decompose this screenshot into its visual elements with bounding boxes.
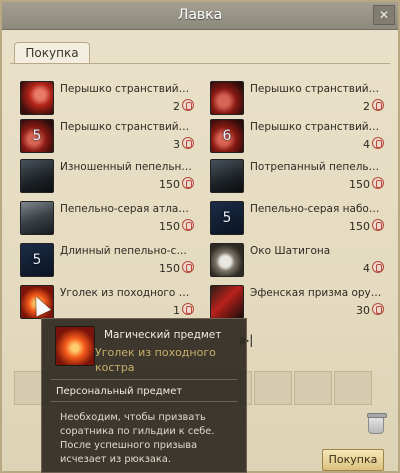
red-feather-icon: 6 — [210, 119, 244, 153]
coin-icon — [372, 177, 384, 189]
item-tooltip: Магический предмет Уголек из походного к… — [41, 318, 247, 473]
coin-icon — [182, 219, 194, 231]
coin-icon — [182, 177, 194, 189]
ash-cloak-icon — [210, 159, 244, 193]
item-badge: 6 — [222, 128, 232, 144]
item-name: Перышко странствий: Не... — [250, 83, 382, 95]
close-button[interactable]: ✕ — [373, 5, 395, 25]
shop-item[interactable]: 6 Перышко странствий: Ущ... 4 — [204, 112, 384, 156]
tooltip-divider — [50, 401, 238, 402]
red-feather-icon — [210, 81, 244, 115]
ash-cloak-icon: 5 — [210, 201, 244, 235]
shop-item[interactable]: 5 Перышко странствий: Св... 3 — [14, 112, 194, 156]
window-title: Лавка — [177, 7, 223, 23]
trash-icon[interactable] — [367, 413, 387, 434]
item-name: Перышко странствий: Зо... — [60, 83, 192, 95]
shop-item[interactable]: Изношенный пепельно-с... 150 — [14, 152, 194, 196]
tooltip-category: Магический предмет — [104, 329, 222, 341]
item-name: Перышко странствий: Ущ... — [250, 121, 382, 133]
shop-item[interactable]: Пепельно-серая атласная... 150 — [14, 194, 194, 238]
tab-buy[interactable]: Покупка — [14, 42, 90, 64]
shop-item[interactable]: Око Шатигона 4 — [204, 236, 384, 280]
item-badge: 5 — [32, 128, 42, 144]
coin-icon — [182, 303, 194, 315]
purchase-slot[interactable] — [294, 371, 332, 405]
tooltip-divider — [50, 379, 238, 380]
item-price: 150 — [349, 178, 370, 191]
shop-item[interactable]: Эфенская призма оруже... 30 — [204, 278, 384, 322]
prism-icon — [210, 285, 244, 319]
item-price: 4 — [363, 138, 370, 151]
shop-item[interactable]: 5 Длинный пепельно-серый... 150 — [14, 236, 194, 280]
item-name: Изношенный пепельно-с... — [60, 161, 192, 173]
coin-icon — [372, 303, 384, 315]
item-price: 150 — [159, 220, 180, 233]
tooltip-description: Необходим, чтобы призвать соратника по г… — [60, 412, 215, 465]
orb-icon — [210, 243, 244, 277]
item-name: Око Шатигона — [250, 245, 331, 257]
item-price: 30 — [356, 304, 370, 317]
coin-icon — [372, 137, 384, 149]
red-feather-icon: 5 — [20, 119, 54, 153]
tooltip-personal: Персональный предмет — [56, 386, 183, 397]
item-price: 4 — [363, 262, 370, 275]
title-bar: Лавка ✕ — [2, 2, 398, 30]
coin-icon — [372, 219, 384, 231]
item-badge: 5 — [222, 210, 232, 226]
item-name: Длинный пепельно-серый... — [60, 245, 192, 257]
buy-button[interactable]: Покупка — [322, 449, 384, 471]
item-name: Эфенская призма оруже... — [250, 287, 382, 299]
item-price: 150 — [159, 262, 180, 275]
tooltip-item-name: Уголек из походного костра — [95, 346, 216, 374]
coin-icon — [182, 99, 194, 111]
item-name: Перышко странствий: Св... — [60, 121, 192, 133]
item-price: 150 — [159, 178, 180, 191]
ember-icon — [55, 326, 95, 366]
coin-icon — [182, 261, 194, 273]
item-price: 1 — [173, 304, 180, 317]
ash-cloak-icon — [20, 159, 54, 193]
item-name: Уголек из походного кос... — [60, 287, 192, 299]
shop-item[interactable]: Потрепанный пепельно-с... 150 — [204, 152, 384, 196]
item-name: Пепельно-серая атласная... — [60, 203, 192, 215]
item-name: Пепельно-серая наборна... — [250, 203, 382, 215]
red-feather-icon — [20, 81, 54, 115]
item-name: Потрепанный пепельно-с... — [250, 161, 382, 173]
ash-cloak-icon: 5 — [20, 243, 54, 277]
coin-icon — [372, 261, 384, 273]
purchase-slot[interactable] — [254, 371, 292, 405]
coin-icon — [372, 99, 384, 111]
coin-icon — [182, 137, 194, 149]
ash-cloak-icon — [20, 201, 54, 235]
item-price: 150 — [349, 220, 370, 233]
shop-item[interactable]: 5 Пепельно-серая наборна... 150 — [204, 194, 384, 238]
item-price: 3 — [173, 138, 180, 151]
purchase-slot[interactable] — [334, 371, 372, 405]
item-badge: 5 — [32, 252, 42, 268]
